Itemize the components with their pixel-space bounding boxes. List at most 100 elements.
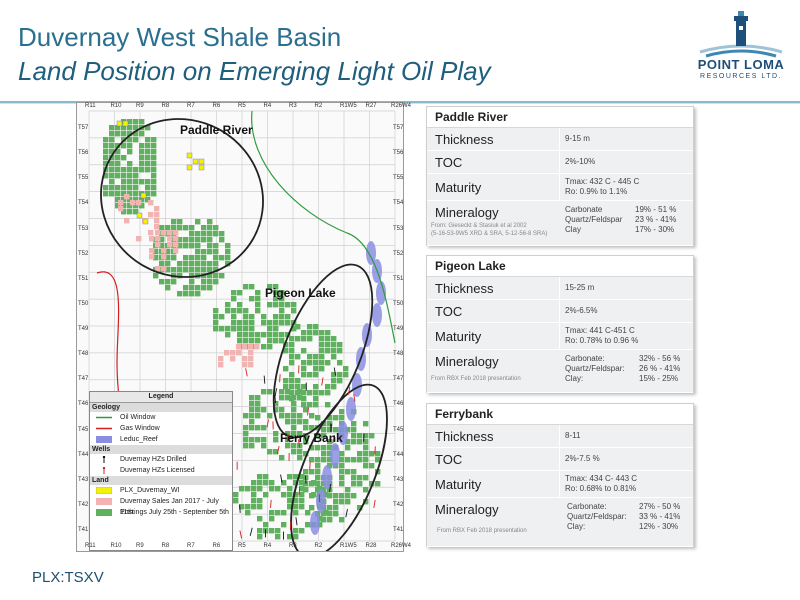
posting-parcel [295,324,301,330]
sales-parcel [154,218,160,224]
posting-parcel [285,413,291,419]
posting-parcel [263,492,269,498]
range-label: R5 [238,543,246,549]
posting-parcel [255,395,261,401]
township-label: T54 [393,200,404,207]
sales-parcel [230,350,236,356]
posting-parcel [297,389,303,395]
posting-parcel [369,433,375,439]
posting-parcel [207,237,213,243]
posting-parcel [345,469,351,475]
posting-parcel [249,326,255,332]
posting-parcel [285,302,291,308]
posting-parcel [261,437,267,443]
posting-parcel [219,273,225,279]
mineral-range: 32% - 56 % [639,354,681,363]
toc-row: TOC 2%-6.5% [427,300,693,323]
posting-parcel [103,191,109,197]
sales-parcel [173,242,179,248]
range-label: R2 [314,543,323,549]
township-label: T43 [393,476,404,483]
posting-parcel [249,419,255,425]
posting-parcel [201,231,207,237]
maturity-value: Tmax: 441 C-451 C [565,326,635,335]
posting-parcel [313,384,319,390]
posting-parcel [189,291,195,297]
plx-wi-parcel [142,218,149,225]
posting-parcel [243,320,249,326]
township-label: T57 [393,125,404,131]
posting-parcel [139,167,145,173]
posting-parcel [231,314,237,320]
posting-parcel [109,167,115,173]
mineral-range: 27% - 50 % [639,502,681,511]
posting-parcel [315,445,321,451]
posting-parcel [237,338,243,344]
posting-parcel [201,267,207,273]
posting-parcel [319,354,325,360]
posting-parcel [225,255,231,261]
posting-parcel [351,457,357,463]
well-marker [374,446,376,455]
posting-parcel [289,372,295,378]
area-label-ferry-bank: Ferry Bank [280,431,343,445]
posting-parcel [207,219,213,225]
posting-parcel [321,451,327,457]
posting-parcel [267,344,273,350]
sales-parcel [149,248,155,254]
legend-label: PLX_Duvernay_WI [120,487,180,494]
posting-parcel [121,179,127,185]
posting-parcel [219,314,225,320]
posting-parcel [315,415,321,421]
posting-parcel [357,457,363,463]
legend-postings: Postings July 25th - September 5th [90,507,232,518]
range-label: R4 [263,103,272,109]
posting-parcel [267,326,273,332]
posting-parcel [315,469,321,475]
posting-parcel [273,326,279,332]
posting-parcel [151,161,157,167]
posting-parcel [249,425,255,431]
sales-parcel [136,236,142,242]
posting-parcel [363,457,369,463]
posting-parcel [315,475,321,481]
posting-parcel [201,255,207,261]
well-marker [245,368,248,377]
posting-parcel [291,413,297,419]
posting-parcel [115,173,121,179]
mineral-name: Clay: [565,374,584,383]
posting-parcel [267,389,273,395]
posting-parcel [307,336,313,342]
legend-oil-window: Oil Window [90,412,232,423]
posting-parcel [273,338,279,344]
thickness-label: Thickness [435,132,494,147]
posting-parcel [225,332,231,338]
posting-parcel [339,499,345,505]
township-label: T42 [78,501,89,508]
well-marker [295,517,298,526]
posting-parcel [133,191,139,197]
well-marker [345,509,348,518]
posting-parcel [269,528,275,534]
posting-parcel [255,332,261,338]
posting-parcel [251,486,257,492]
posting-parcel [283,366,289,372]
posting-parcel [311,480,317,486]
township-label: T55 [393,175,404,182]
sales-parcel [173,236,179,242]
posting-parcel [219,326,225,332]
posting-parcel [297,455,303,461]
posting-parcel [301,402,307,408]
posting-parcel [183,237,189,243]
posting-parcel [171,279,177,285]
sales-parcel [118,200,124,206]
posting-parcel [255,413,261,419]
range-label: R11 [85,543,96,549]
posting-parcel [281,522,287,528]
posting-parcel [279,395,285,401]
posting-parcel [109,137,115,143]
legend-leduc-reef: Leduc_Reef [90,434,232,445]
posting-parcel [237,326,243,332]
posting-parcel [337,348,343,354]
posting-parcel [307,354,313,360]
